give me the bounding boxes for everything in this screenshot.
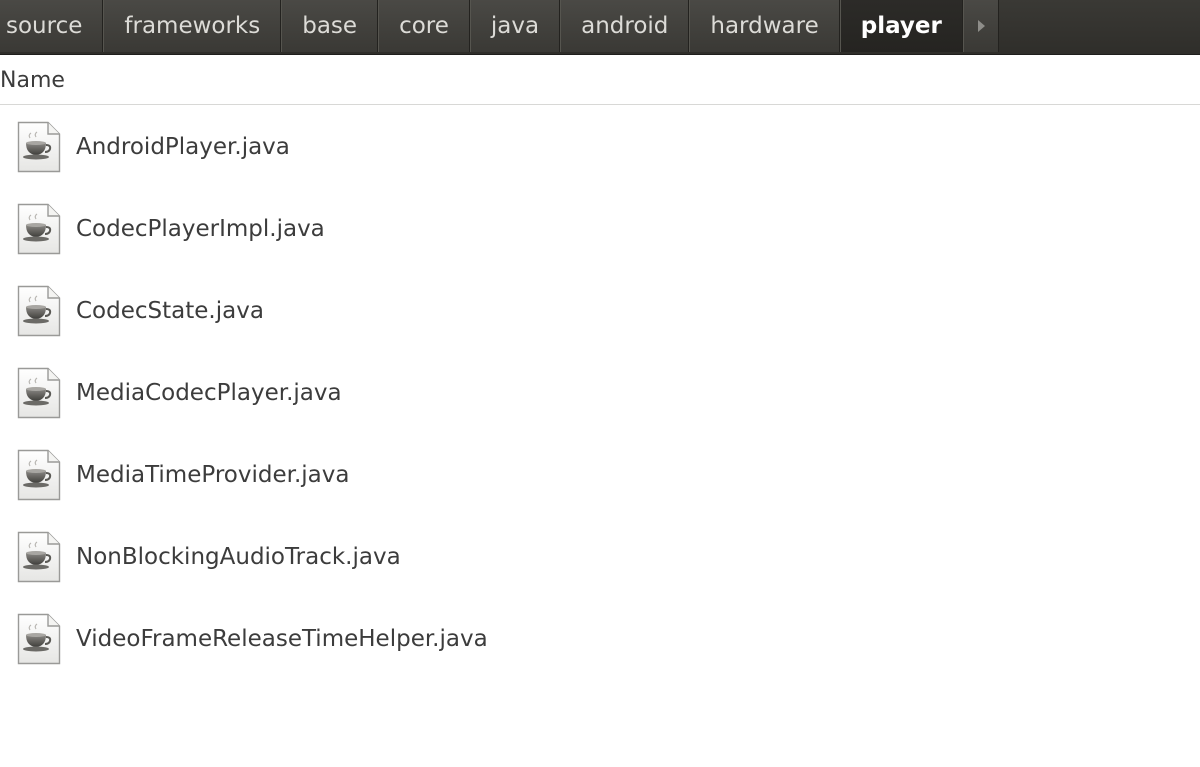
- file-name: MediaTimeProvider.java: [76, 462, 350, 488]
- file-item[interactable]: NonBlockingAudioTrack.java: [0, 516, 1200, 598]
- name-column-header[interactable]: Name: [0, 55, 1200, 105]
- java-file-icon: [17, 121, 61, 173]
- path-segment-java[interactable]: java: [469, 0, 561, 52]
- path-segment-hardware[interactable]: hardware: [689, 0, 840, 52]
- path-bar: source frameworks base core java android…: [0, 0, 1200, 55]
- java-file-icon: [17, 285, 61, 337]
- path-segment-player[interactable]: player: [839, 0, 963, 52]
- file-name: VideoFrameReleaseTimeHelper.java: [76, 626, 488, 652]
- file-item[interactable]: AndroidPlayer.java: [0, 106, 1200, 188]
- path-segment-source[interactable]: source: [0, 0, 104, 52]
- file-name: MediaCodecPlayer.java: [76, 380, 342, 406]
- java-file-icon: [17, 531, 61, 583]
- java-file-icon: [17, 367, 61, 419]
- path-segment-base[interactable]: base: [281, 0, 379, 52]
- java-file-icon: [17, 449, 61, 501]
- path-segment-core[interactable]: core: [378, 0, 470, 52]
- path-bar-overflow-button[interactable]: [962, 0, 999, 52]
- file-list: AndroidPlayer.java CodecPlayerImpl.java …: [0, 106, 1200, 680]
- java-file-icon: [17, 613, 61, 665]
- file-item[interactable]: MediaCodecPlayer.java: [0, 352, 1200, 434]
- file-item[interactable]: MediaTimeProvider.java: [0, 434, 1200, 516]
- path-bar-segments: source frameworks base core java android…: [0, 0, 999, 52]
- file-name: NonBlockingAudioTrack.java: [76, 544, 401, 570]
- file-name: AndroidPlayer.java: [76, 134, 290, 160]
- file-item[interactable]: CodecState.java: [0, 270, 1200, 352]
- file-name: CodecPlayerImpl.java: [76, 216, 325, 242]
- file-name: CodecState.java: [76, 298, 264, 324]
- path-segment-android[interactable]: android: [560, 0, 690, 52]
- path-segment-frameworks[interactable]: frameworks: [103, 0, 282, 52]
- java-file-icon: [17, 203, 61, 255]
- file-item[interactable]: VideoFrameReleaseTimeHelper.java: [0, 598, 1200, 680]
- triangle-right-icon: [977, 20, 985, 32]
- name-column-label: Name: [0, 68, 65, 93]
- file-item[interactable]: CodecPlayerImpl.java: [0, 188, 1200, 270]
